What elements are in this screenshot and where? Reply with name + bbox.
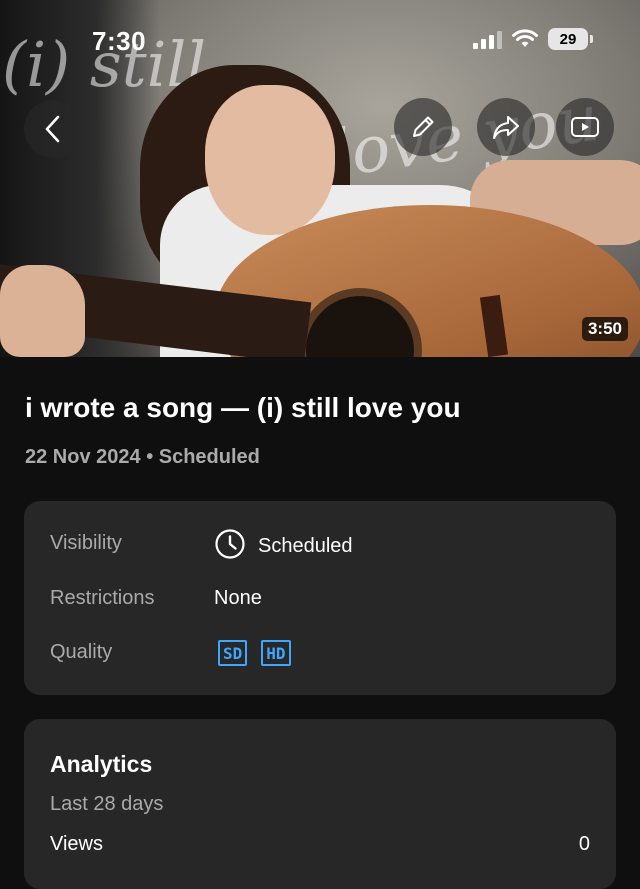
back-button[interactable] (24, 100, 82, 158)
video-title: i wrote a song — (i) still love you (25, 392, 461, 423)
analytics-title: Analytics (50, 751, 153, 777)
status-time: 7:30 (92, 26, 147, 56)
video-meta: 22 Nov 2024 • Scheduled (25, 446, 260, 468)
edit-button[interactable] (394, 98, 452, 156)
restrictions-row[interactable]: Restrictions None (50, 587, 262, 610)
status-indicators: 29 (473, 28, 593, 50)
pencil-icon (413, 116, 434, 137)
watch-on-youtube-button[interactable] (556, 98, 614, 156)
wifi-icon (512, 29, 538, 47)
back-chevron-icon (45, 115, 60, 143)
analytics-card[interactable]: Analytics Last 28 days Views 0 (24, 719, 616, 889)
video-details-card: Visibility Scheduled Restrictions None Q… (24, 501, 616, 695)
share-arrow-icon (493, 116, 519, 139)
quality-row: Quality SD HD (50, 640, 291, 666)
quality-badge-hd: HD (261, 640, 291, 666)
clock-icon (215, 529, 245, 559)
quality-badge-sd: SD (218, 640, 248, 666)
quality-label: Quality (50, 641, 113, 663)
restrictions-value: None (214, 587, 262, 609)
restrictions-label: Restrictions (50, 587, 155, 609)
share-button[interactable] (477, 98, 535, 156)
person-face (205, 85, 335, 235)
play-video-icon (571, 117, 599, 137)
cellular-signal-icon (473, 29, 502, 49)
analytics-period: Last 28 days (50, 793, 164, 815)
visibility-value: Scheduled (258, 534, 353, 557)
battery-indicator: 29 (548, 28, 593, 50)
person-hand (0, 265, 85, 357)
video-duration: 3:50 (581, 317, 628, 341)
visibility-label: Visibility (50, 532, 122, 554)
visibility-row[interactable]: Visibility Scheduled (50, 529, 353, 559)
